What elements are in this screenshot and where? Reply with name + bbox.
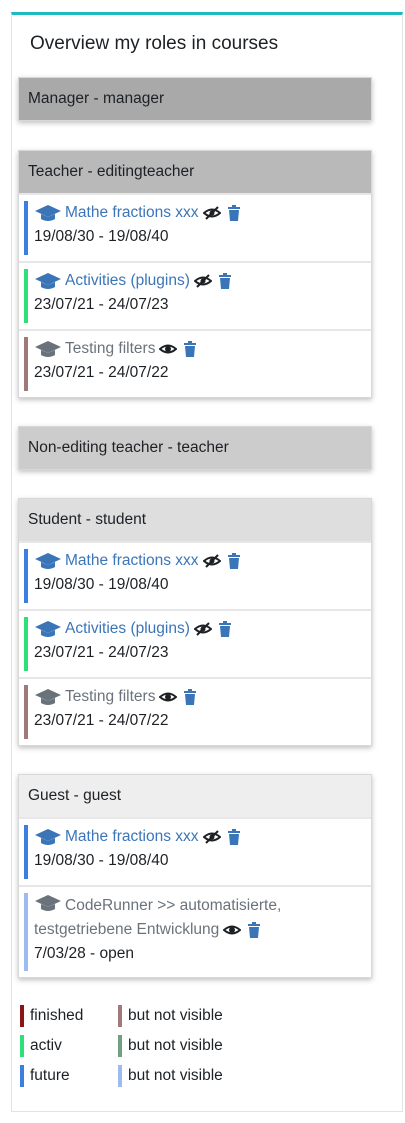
status-bar <box>24 685 28 739</box>
trash-icon[interactable] <box>245 921 263 938</box>
course-title-link[interactable]: Mathe fractions xxx <box>65 201 199 225</box>
trash-icon[interactable] <box>225 553 243 569</box>
role-card-manager: Manager - manager <box>18 77 372 121</box>
eye-icon[interactable] <box>159 689 178 705</box>
status-bar <box>24 549 28 603</box>
eye-icon[interactable] <box>223 922 242 938</box>
course-item[interactable]: Testing filters 23/07/21 - 24/07/22 <box>19 677 371 745</box>
role-header: Guest - guest <box>19 775 371 817</box>
legend-item: finished <box>20 1005 83 1027</box>
legend-label: but not visible <box>128 1007 223 1025</box>
course-title-link[interactable]: Mathe fractions xxx <box>65 825 199 849</box>
role-card-student: Student - student Mathe fractions xxx 19… <box>18 498 372 746</box>
graduation-cap-icon <box>35 621 61 637</box>
role-header: Non-editing teacher - teacher <box>19 427 371 469</box>
course-title-link[interactable]: Testing filters <box>65 337 155 361</box>
course-dates: 19/08/30 - 19/08/40 <box>34 852 169 869</box>
status-bar <box>24 893 28 971</box>
course-title-link[interactable]: CodeRunner >> automatisierte, testgetrie… <box>34 897 281 938</box>
legend-item: activ <box>20 1035 62 1057</box>
trash-icon[interactable] <box>216 273 234 289</box>
role-header: Manager - manager <box>19 78 371 120</box>
legend-label: activ <box>30 1037 62 1055</box>
course-item[interactable]: CodeRunner >> automatisierte, testgetrie… <box>19 885 371 977</box>
legend-item: but not visible <box>118 1035 223 1057</box>
legend-swatch <box>118 1035 122 1057</box>
course-dates: 23/07/21 - 24/07/22 <box>34 364 169 381</box>
role-header: Student - student <box>19 499 371 541</box>
role-card-teacher: Non-editing teacher - teacher <box>18 426 372 470</box>
course-item[interactable]: Testing filters 23/07/21 - 24/07/22 <box>19 329 371 397</box>
status-bar <box>24 617 28 671</box>
block-title: Overview my roles in courses <box>30 33 279 54</box>
course-title-link[interactable]: Activities (plugins) <box>65 269 190 293</box>
course-item[interactable]: Activities (plugins) 23/07/21 - 24/07/23 <box>19 609 371 677</box>
graduation-cap-icon <box>35 341 61 357</box>
role-header: Teacher - editingteacher <box>19 151 371 193</box>
graduation-cap-icon <box>35 553 61 569</box>
course-dates: 19/08/30 - 19/08/40 <box>34 228 169 245</box>
status-bar <box>24 825 28 879</box>
course-dates: 23/07/21 - 24/07/22 <box>34 712 169 729</box>
graduation-cap-icon <box>35 829 61 845</box>
eye-slash-icon[interactable] <box>202 829 221 845</box>
legend-swatch <box>118 1005 122 1027</box>
course-item[interactable]: Mathe fractions xxx 19/08/30 - 19/08/40 <box>19 541 371 609</box>
eye-icon[interactable] <box>159 341 178 357</box>
course-item[interactable]: Mathe fractions xxx 19/08/30 - 19/08/40 <box>19 193 371 261</box>
course-dates: 23/07/21 - 24/07/23 <box>34 644 169 661</box>
role-card-guest: Guest - guest Mathe fractions xxx 19/08/… <box>18 774 372 978</box>
trash-icon[interactable] <box>216 621 234 637</box>
graduation-cap-icon <box>35 273 61 289</box>
legend-swatch <box>20 1035 24 1057</box>
legend-item: but not visible <box>118 1065 223 1087</box>
status-bar <box>24 337 28 391</box>
graduation-cap-icon <box>35 895 61 911</box>
course-dates: 19/08/30 - 19/08/40 <box>34 576 169 593</box>
eye-slash-icon[interactable] <box>202 553 221 569</box>
course-dates: 23/07/21 - 24/07/23 <box>34 296 169 313</box>
course-title-link[interactable]: Testing filters <box>65 685 155 709</box>
legend-item: but not visible <box>118 1005 223 1027</box>
legend-label: but not visible <box>128 1037 223 1055</box>
course-title-link[interactable]: Mathe fractions xxx <box>65 549 199 573</box>
legend-label: future <box>30 1067 70 1085</box>
graduation-cap-icon <box>35 689 61 705</box>
trash-icon[interactable] <box>181 689 199 705</box>
status-bar <box>24 269 28 323</box>
eye-slash-icon[interactable] <box>202 205 221 221</box>
trash-icon[interactable] <box>225 205 243 221</box>
eye-slash-icon[interactable] <box>193 621 212 637</box>
trash-icon[interactable] <box>181 341 199 357</box>
course-title-link[interactable]: Activities (plugins) <box>65 617 190 641</box>
trash-icon[interactable] <box>225 829 243 845</box>
eye-slash-icon[interactable] <box>193 273 212 289</box>
legend-swatch <box>118 1065 122 1087</box>
legend-label: finished <box>30 1007 84 1025</box>
course-item[interactable]: Activities (plugins) 23/07/21 - 24/07/23 <box>19 261 371 329</box>
legend-swatch <box>20 1005 24 1027</box>
graduation-cap-icon <box>35 205 61 221</box>
status-bar <box>24 201 28 255</box>
legend-swatch <box>20 1065 24 1087</box>
role-card-editingteacher: Teacher - editingteacher Mathe fractions… <box>18 150 372 398</box>
legend-label: but not visible <box>128 1067 223 1085</box>
course-item[interactable]: Mathe fractions xxx 19/08/30 - 19/08/40 <box>19 817 371 885</box>
course-dates: 7/03/28 - open <box>34 945 134 962</box>
legend-item: future <box>20 1065 70 1087</box>
